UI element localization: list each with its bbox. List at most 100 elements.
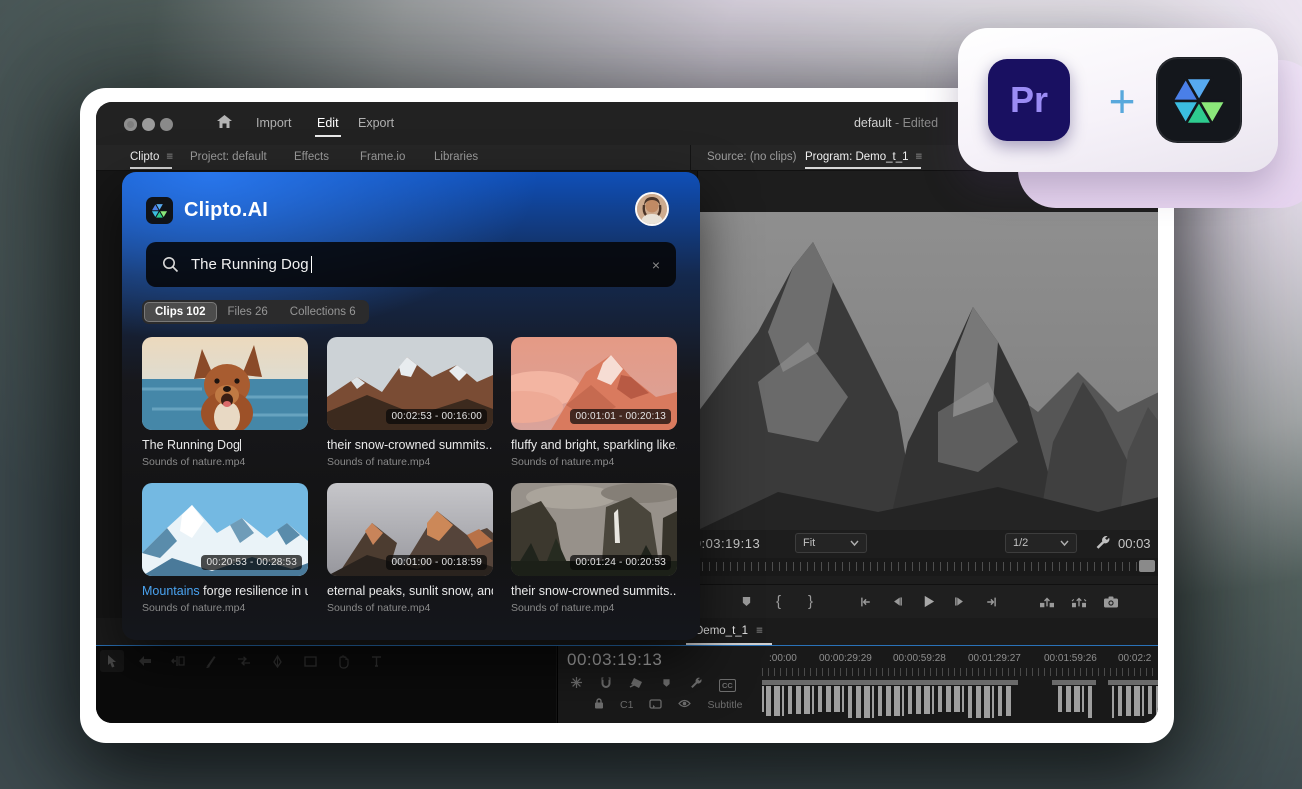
clip-thumbnail[interactable] [142,337,308,430]
tab-export[interactable]: Export [358,116,394,130]
window-control-icon[interactable] [160,118,173,131]
tab-edit[interactable]: Edit [317,116,339,130]
scrollbar-handle[interactable] [1139,560,1155,572]
timeline-wrench-icon[interactable] [689,676,702,694]
razor-tool-icon[interactable] [199,650,223,672]
clear-search-icon[interactable]: × [652,257,660,273]
user-avatar[interactable] [635,192,669,226]
ruler-label: 00:00:59:28 [893,653,946,664]
nest-icon[interactable] [570,676,583,694]
panel-divider [690,145,691,171]
panel-tab-clipto[interactable]: Clipto≡ [130,151,172,163]
tab-import[interactable]: Import [256,116,291,130]
timeline-timecode: 00:03:19:13 [567,650,662,670]
subtitle-clip-block[interactable] [1108,680,1158,685]
clip-card[interactable]: 00:01:24 - 00:20:53 their snow-crowned s… [511,483,677,614]
plus-icon: + [1092,74,1152,128]
step-forward-icon[interactable] [950,593,972,611]
clip-thumbnail[interactable]: 00:01:01 - 00:20:13 [511,337,677,430]
clip-title: Mountains forge resilience in us [142,584,308,598]
panel-tab-project[interactable]: Project: default [190,151,267,163]
search-input[interactable]: The Running Dog × [146,242,676,287]
go-to-in-icon[interactable] [854,593,876,611]
clip-card[interactable]: 00:02:53 - 00:16:00 their snow-crowned s… [327,337,493,468]
linked-selection-icon[interactable] [629,676,644,694]
transport-controls: { } [698,584,1158,618]
clip-thumbnail[interactable]: 00:01:24 - 00:20:53 [511,483,677,576]
panel-menu-icon[interactable]: ≡ [166,151,172,163]
tools-panel [96,646,556,723]
clip-card[interactable]: The Running Dog Sounds of nature.mp4 [142,337,308,468]
clip-thumbnail[interactable]: 00:02:53 - 00:16:00 [327,337,493,430]
slip-tool-icon[interactable] [232,650,256,672]
track-select-tool-icon[interactable] [133,650,157,672]
extract-icon[interactable] [1068,593,1090,611]
track-lock-icon[interactable] [594,698,604,712]
search-value: The Running Dog [191,256,309,273]
clip-card[interactable]: 00:01:00 - 00:18:59 eternal peaks, sunli… [327,483,493,614]
tab-clips[interactable]: Clips 102 [144,302,217,322]
add-marker-icon[interactable] [736,593,758,611]
step-back-icon[interactable] [886,593,908,611]
clip-time-range: 00:01:24 - 00:20:53 [570,555,671,570]
home-icon[interactable] [216,114,233,135]
timeline-marker-icon[interactable] [661,676,672,694]
settings-wrench-icon[interactable] [1094,534,1110,555]
subtitle-clip-block[interactable] [1052,680,1096,685]
clip-thumbnail[interactable]: 00:20:53 - 00:28:53 [142,483,308,576]
chevron-down-icon [850,540,859,546]
monitor-scrub-ruler[interactable] [698,558,1158,576]
clip-title: eternal peaks, sunlit snow, and... [327,584,493,598]
tab-collections[interactable]: Collections 6 [279,302,367,322]
window-control-icon[interactable] [142,118,155,131]
panel-tab-effects[interactable]: Effects [294,151,329,163]
ruler-ticks [702,562,1155,571]
rectangle-tool-icon[interactable] [298,650,322,672]
lift-icon[interactable] [1036,593,1058,611]
panel-tab-source[interactable]: Source: (no clips) [707,151,796,163]
selection-tool-icon[interactable] [100,650,124,672]
clip-card[interactable]: 00:20:53 - 00:28:53 Mountains forge resi… [142,483,308,614]
clip-thumbnail[interactable]: 00:01:00 - 00:18:59 [327,483,493,576]
clip-time-range: 00:02:53 - 00:16:00 [386,409,487,424]
ruler-ticks [762,668,1158,676]
integration-badge: Pr + [958,28,1278,172]
type-tool-icon[interactable] [364,650,388,672]
pen-tool-icon[interactable] [265,650,289,672]
subtitle-clip-block[interactable] [762,680,1018,685]
play-icon[interactable] [918,593,940,611]
panel-tab-program[interactable]: Program: Demo_t_1≡ [805,151,921,163]
export-frame-camera-icon[interactable] [1100,593,1122,611]
zoom-level-dropdown[interactable]: Fit [795,533,867,553]
mark-out-icon[interactable]: } [800,593,822,611]
track-visibility-eye-icon[interactable] [678,699,691,711]
chevron-down-icon [1060,540,1069,546]
snap-icon[interactable] [600,676,612,694]
clip-filename: Sounds of nature.mp4 [142,456,308,468]
panel-tab-frameio[interactable]: Frame.io [360,151,405,163]
track-name-label: C1 [620,699,633,711]
panel-menu-icon[interactable]: ≡ [916,151,922,163]
clipto-logo-icon [1156,57,1242,143]
go-to-out-icon[interactable] [982,593,1004,611]
tab-files[interactable]: Files 26 [217,302,279,322]
hand-tool-icon[interactable] [331,650,355,672]
clip-filename: Sounds of nature.mp4 [511,456,677,468]
ripple-edit-tool-icon[interactable] [166,650,190,672]
panel-tab-libraries[interactable]: Libraries [434,151,478,163]
captions-icon[interactable]: CC [719,679,736,692]
clip-time-range: 00:20:53 - 00:28:53 [201,555,302,570]
result-tabs: Clips 102 Files 26 Collections 6 [142,300,369,324]
clip-time-range: 00:01:00 - 00:18:59 [386,555,487,570]
mark-in-icon[interactable]: { [768,593,790,611]
sequence-tab[interactable]: Demo_t_1≡ [695,625,763,637]
panel-menu-icon[interactable]: ≡ [756,625,763,637]
subtitle-track[interactable] [762,680,1158,720]
timeline-ruler[interactable]: :00:00 00:00:29:29 00:00:59:28 00:01:29:… [762,649,1158,723]
clip-title: The Running Dog [142,438,308,452]
clip-card[interactable]: 00:01:01 - 00:20:13 fluffy and bright, s… [511,337,677,468]
playback-resolution-dropdown[interactable]: 1/2 [1005,533,1077,553]
subtitle-track-label: Subtitle [707,699,742,711]
track-output-icon[interactable] [649,699,662,712]
window-control-icon[interactable] [124,118,137,131]
